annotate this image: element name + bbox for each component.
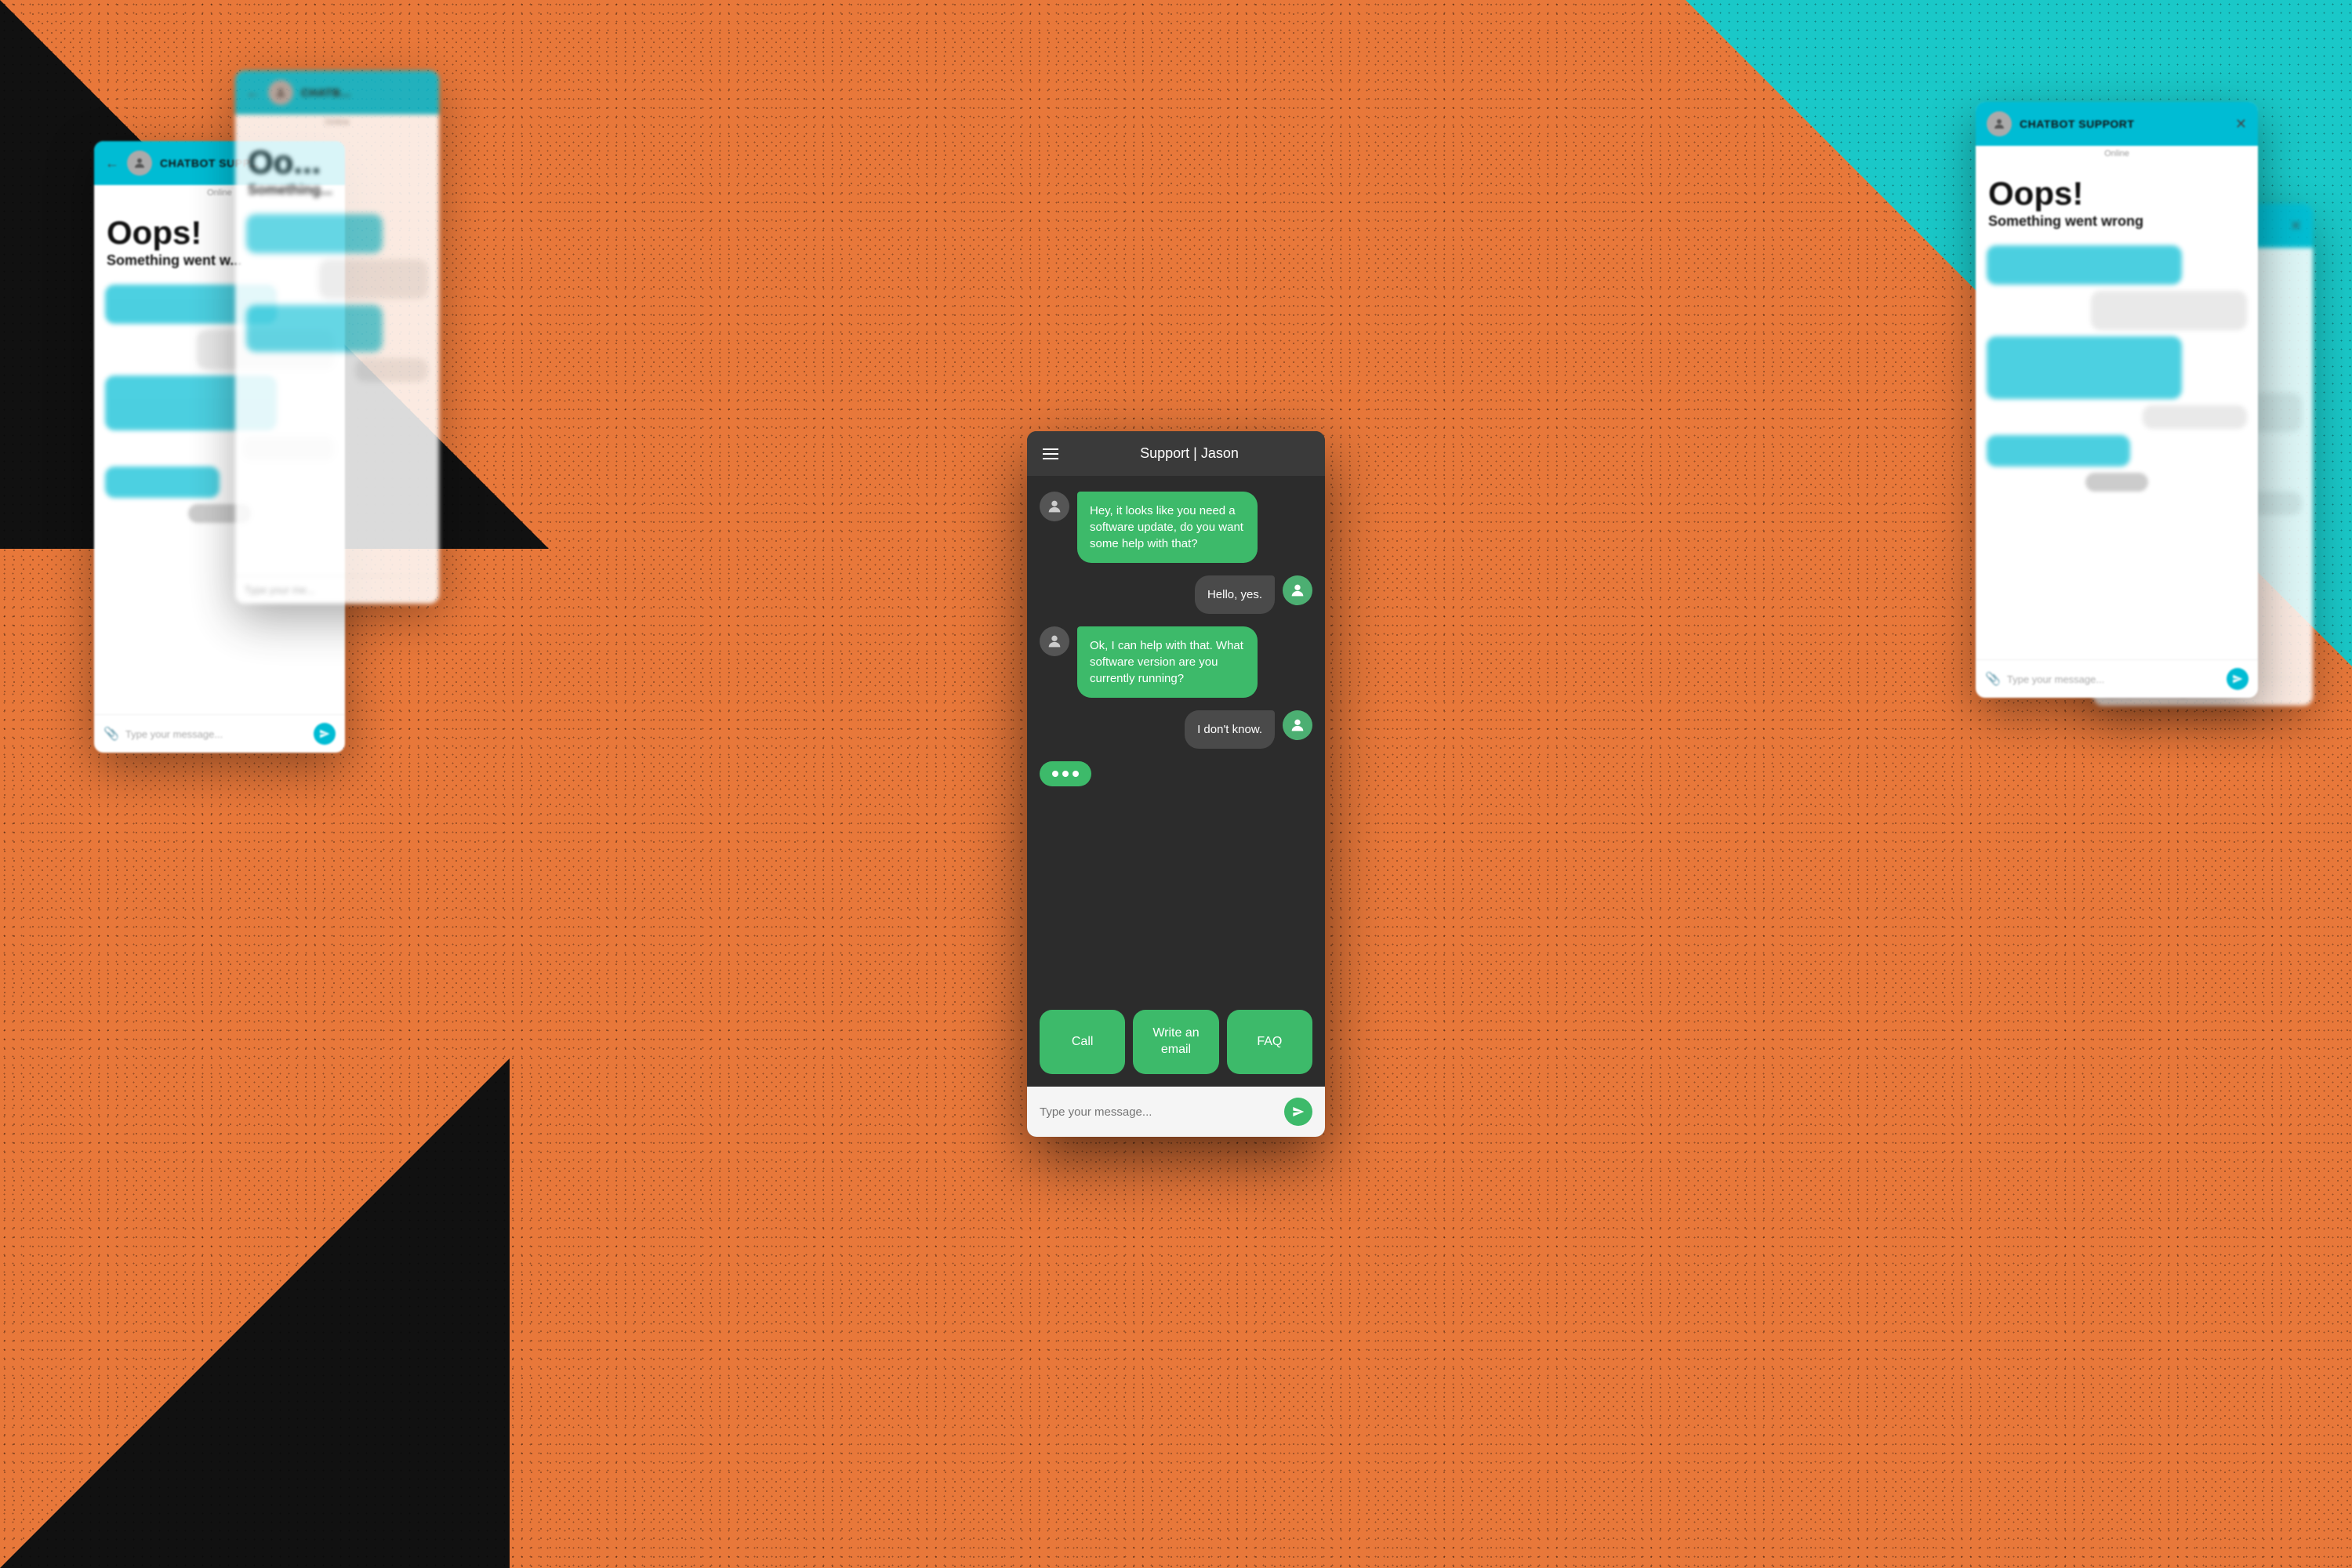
blur-msg-rl-6 <box>2085 473 2148 492</box>
panel-left-large-input-row: 📎 Type your message... <box>94 714 345 753</box>
blur-msg-rl-4 <box>2143 405 2247 429</box>
panel-right-large-title: CHATBOT SUPPORT <box>2020 118 2134 130</box>
oops-sub-right-large: Something went wrong <box>1988 213 2245 230</box>
close-button-right-medium[interactable]: ✕ <box>2290 218 2302 234</box>
user-message-2: I don't know. <box>1185 710 1275 749</box>
bot-avatar-1 <box>1040 492 1069 521</box>
typing-dot-3 <box>1073 771 1079 777</box>
blurred-messages-right-large <box>1976 238 2258 659</box>
panel-right-large-input-row: 📎 Type your message... <box>1976 659 2258 698</box>
panel-left-medium: ← CHATB... Online Oo... Something... Typ… <box>235 71 439 604</box>
call-button[interactable]: Call <box>1040 1010 1125 1074</box>
hamburger-line-1 <box>1043 448 1058 450</box>
panel-left-medium-input[interactable]: Type your me... <box>245 584 430 596</box>
avatar-left-medium <box>268 80 293 105</box>
typing-dot-1 <box>1052 771 1058 777</box>
message-input-row <box>1027 1087 1325 1137</box>
bot-avatar-2 <box>1040 626 1069 656</box>
avatar-left-large <box>127 151 152 176</box>
message-row-3: Ok, I can help with that. What software … <box>1040 626 1312 698</box>
user-message-1: Hello, yes. <box>1195 575 1275 614</box>
typing-bubble <box>1040 761 1091 786</box>
chat-title: Support | Jason <box>1069 445 1309 462</box>
attachment-icon-left-large: 📎 <box>103 726 119 742</box>
panel-left-large-input[interactable]: Type your message... <box>125 728 307 740</box>
oops-section-left-medium: Oo... Something... <box>235 130 439 206</box>
blurred-messages-left-medium <box>235 206 439 575</box>
panel-left-medium-input-row: Type your me... <box>235 575 439 604</box>
avatar-right-large <box>1987 111 2012 136</box>
send-button[interactable] <box>1284 1098 1312 1126</box>
blur-msg-rl-1 <box>1987 245 2182 285</box>
hamburger-line-2 <box>1043 453 1058 455</box>
faq-button[interactable]: FAQ <box>1227 1010 1312 1074</box>
message-row-4: I don't know. <box>1040 710 1312 749</box>
blur-msg-rl-2 <box>2091 291 2247 330</box>
panel-right-large: CHATBOT SUPPORT ✕ Online Oops! Something… <box>1976 102 2258 698</box>
blur-msg-rl-3 <box>1987 336 2182 399</box>
send-btn-left-large[interactable] <box>314 723 336 745</box>
blur-msg-lm-3 <box>246 305 383 352</box>
back-button-left-medium[interactable]: ← <box>246 85 260 101</box>
user-avatar-2 <box>1283 710 1312 740</box>
main-chat-window: Support | Jason Hey, it looks like you n… <box>1027 431 1325 1137</box>
bot-message-2: Ok, I can help with that. What software … <box>1077 626 1258 698</box>
blur-msg-lm-1 <box>246 214 383 253</box>
panel-left-medium-status: Online <box>235 114 439 130</box>
hamburger-menu[interactable] <box>1043 448 1058 459</box>
message-input[interactable] <box>1040 1105 1276 1119</box>
send-btn-right-large[interactable] <box>2227 668 2249 690</box>
chat-header: Support | Jason <box>1027 431 1325 476</box>
close-button-right-large[interactable]: ✕ <box>2235 116 2247 132</box>
typing-indicator <box>1040 761 1312 793</box>
send-icon <box>1292 1105 1305 1118</box>
blur-msg-lm-4 <box>355 358 428 382</box>
oops-title-right-large: Oops! <box>1988 177 2245 210</box>
chat-messages-container: Hey, it looks like you need a software u… <box>1027 476 1325 997</box>
back-button-left-large[interactable]: ← <box>105 155 119 172</box>
bot-message-1: Hey, it looks like you need a software u… <box>1077 492 1258 563</box>
blur-msg-5 <box>105 466 220 498</box>
oops-sub-left-medium: Something... <box>248 182 426 198</box>
hamburger-line-3 <box>1043 458 1058 459</box>
action-buttons-container: Call Write an email FAQ <box>1027 997 1325 1087</box>
oops-section-right-large: Oops! Something went wrong <box>1976 162 2258 238</box>
blur-msg-lm-2 <box>319 260 428 299</box>
panel-left-medium-header: ← CHATB... <box>235 71 439 114</box>
attachment-icon-right-large: 📎 <box>1985 671 2001 687</box>
message-row-1: Hey, it looks like you need a software u… <box>1040 492 1312 563</box>
typing-dot-2 <box>1062 771 1069 777</box>
panel-right-large-status: Online <box>1976 146 2258 162</box>
panel-left-medium-title: CHATB... <box>301 86 351 99</box>
message-row-2: Hello, yes. <box>1040 575 1312 614</box>
oops-title-left-medium: Oo... <box>248 146 426 179</box>
user-avatar-1 <box>1283 575 1312 605</box>
panel-right-large-header: CHATBOT SUPPORT ✕ <box>1976 102 2258 146</box>
write-email-button[interactable]: Write an email <box>1133 1010 1218 1074</box>
panel-right-large-input[interactable]: Type your message... <box>2007 673 2220 685</box>
blur-msg-rl-5 <box>1987 435 2130 466</box>
